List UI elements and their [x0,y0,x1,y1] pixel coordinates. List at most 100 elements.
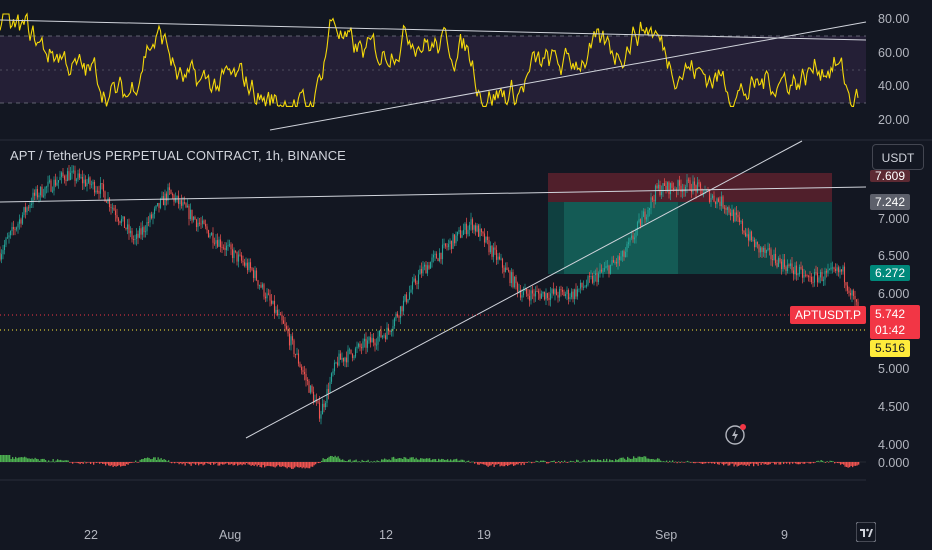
candle-body [294,354,297,355]
osc-bar [646,458,648,462]
candle-body [2,250,4,255]
osc-bar [312,462,314,467]
candle-body [719,201,721,207]
osc-bar [448,460,450,462]
candle-body [561,289,564,292]
osc-bar [766,462,768,465]
osc-bar [844,462,846,467]
candle-body [134,238,136,240]
chart-canvas[interactable] [0,0,932,550]
candle-body [126,224,129,229]
osc-bar [426,458,428,462]
candle-body [24,207,27,213]
osc-bar [843,462,845,465]
osc-bar [481,462,483,465]
candle-body [15,227,18,230]
osc-bar [153,457,155,462]
candle-body [723,207,726,209]
candle-body [74,170,76,181]
candle-body [833,267,835,270]
candle-body [344,357,346,362]
currency-button[interactable]: USDT [872,144,924,170]
candle-body [411,281,414,290]
candle-body [548,297,550,300]
candle-body [179,200,181,205]
flash-alert-icon[interactable] [723,422,751,448]
candle-body [803,274,805,278]
candle-body [89,177,91,185]
osc-bar [78,462,80,464]
price-tick-6000: 6.000 [878,287,910,301]
osc-bar [396,458,398,462]
osc-bar [550,461,552,462]
tradingview-logo-icon[interactable] [856,522,876,542]
support-trendline[interactable] [245,140,803,439]
candle-body [785,266,787,272]
osc-bar [811,462,813,463]
osc-bar [721,462,723,465]
candle-body [606,265,609,267]
candle-body [588,276,591,278]
candle-body [44,187,46,196]
osc-bar [412,457,414,462]
candle-body [27,207,30,209]
osc-bar [21,457,23,462]
candle-body [281,314,283,321]
osc-bar [838,462,840,464]
symbol-title[interactable]: APT / TetherUS PERPETUAL CONTRACT, 1h, B… [10,148,346,163]
osc-bar [685,461,687,463]
candle-body [638,219,640,223]
osc-bar [604,460,606,462]
candle-body [728,207,730,213]
osc-bar [345,461,347,462]
candle-body [819,272,822,278]
osc-bar [699,462,701,463]
candle-body [216,240,219,247]
osc-bar [250,462,252,466]
osc-bar [597,459,599,462]
candle-body [303,371,306,375]
osc-bar [157,457,159,462]
osc-bar [730,462,732,464]
osc-bar [324,459,326,462]
candle-body [360,347,363,349]
osc-bar [562,462,564,463]
candle-body [440,252,442,260]
date-label-9: 9 [781,528,788,542]
osc-bar [520,462,522,466]
candle-body [539,293,541,299]
osc-bar [531,462,533,464]
candle-body [834,269,837,271]
candle-body [432,254,435,258]
candle-body [617,256,619,264]
osc-bar [508,462,510,466]
candle-body [711,195,714,198]
candle-body [854,295,856,300]
price-tick-6500: 6.500 [878,249,910,263]
osc-bar [402,458,404,462]
osc-bar [231,462,233,464]
osc-bar [502,462,504,467]
candle-body [435,253,438,259]
candle-body [570,291,573,298]
osc-bar [58,460,60,462]
osc-bar [240,462,242,465]
osc-bar [19,457,21,462]
osc-bar [273,462,275,467]
candle-body [263,284,265,297]
candle-body [674,189,676,190]
candle-body [470,219,472,225]
candle-body [116,215,118,219]
candle-body [159,198,162,208]
candle-body [429,262,432,269]
osc-bar [769,462,771,465]
osc-bar [768,462,770,465]
osc-bar [195,462,197,465]
candle-body [102,184,105,192]
osc-bar [697,462,699,463]
osc-bar [733,462,735,467]
osc-bar [495,462,497,465]
price-tick-7000: 7.000 [878,212,910,226]
osc-bar [397,458,399,462]
candle-body [78,173,81,178]
